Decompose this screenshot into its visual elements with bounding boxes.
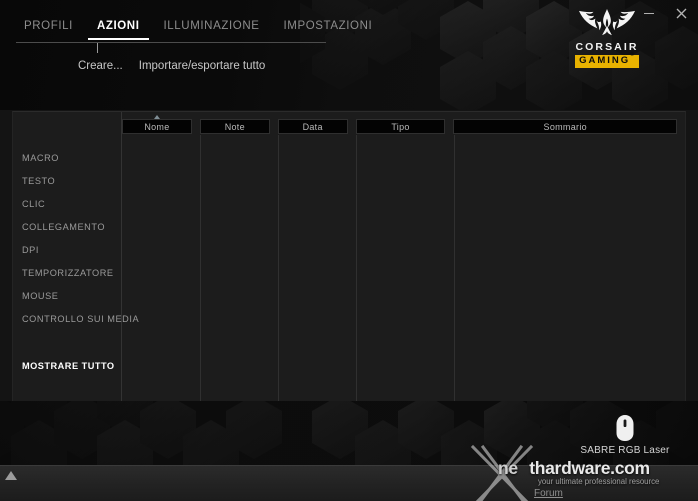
tab-azioni[interactable]: AZIONI xyxy=(85,20,152,40)
tab-profili[interactable]: PROFILI xyxy=(12,20,85,40)
sidebar-item-collegamento[interactable]: COLLEGAMENTO xyxy=(13,215,122,238)
sidebar-item-mouse[interactable]: MOUSE xyxy=(13,284,122,307)
column-header-note[interactable]: Note xyxy=(199,119,270,134)
tab-illuminazione[interactable]: ILLUMINAZIONE xyxy=(152,20,272,40)
table-header-row: Nome Note Data Tipo Sommario xyxy=(122,112,685,135)
logo-gaming-badge: GAMING® xyxy=(575,51,639,68)
status-bar xyxy=(0,465,698,501)
sort-ascending-icon xyxy=(153,115,160,119)
window-controls xyxy=(640,4,690,22)
tab-underline-rule xyxy=(16,42,326,43)
sidebar-item-controllo-media[interactable]: CONTROLLO SUI MEDIA xyxy=(13,307,139,330)
subnav-importare-esportare[interactable]: Importare/esportare tutto xyxy=(139,60,266,72)
close-icon xyxy=(676,8,686,18)
tab-impostazioni[interactable]: IMPOSTAZIONI xyxy=(272,20,385,40)
column-header-nome-label: Nome xyxy=(144,121,170,132)
minimize-icon xyxy=(644,12,654,14)
actions-category-sidebar: MACRO TESTO CLIC COLLEGAMENTO DPI TEMPOR… xyxy=(13,112,139,402)
sidebar-item-temporizzatore[interactable]: TEMPORIZZATORE xyxy=(13,261,122,284)
logo-gaming-text: GAMING xyxy=(579,54,631,66)
column-header-data-label: Data xyxy=(302,121,323,132)
table-body[interactable] xyxy=(122,135,685,401)
logo-registered-mark: ® xyxy=(630,51,636,58)
sidebar-item-macro[interactable]: MACRO xyxy=(13,146,122,169)
column-header-tipo-label: Tipo xyxy=(391,121,410,132)
sidebar-item-testo[interactable]: TESTO xyxy=(13,169,122,192)
mouse-icon xyxy=(616,415,634,441)
sidebar-item-dpi[interactable]: DPI xyxy=(13,238,122,261)
subnav-creare[interactable]: Creare... xyxy=(78,60,123,72)
window-header: CORSAIR GAMING® PROFILI AZIONI ILLUMINAZ… xyxy=(0,0,698,110)
active-tab-tick xyxy=(97,43,98,53)
sidebar-item-show-all[interactable]: MOSTRARE TUTTO xyxy=(13,361,122,371)
device-name-label: SABRE RGB Laser xyxy=(580,445,670,456)
device-selector-sabre-rgb-laser[interactable]: SABRE RGB Laser xyxy=(565,414,685,456)
column-header-sommario-label: Sommario xyxy=(543,121,587,132)
actions-table: Nome Note Data Tipo Sommario xyxy=(122,112,685,401)
sidebar-item-clic[interactable]: CLIC xyxy=(13,192,122,215)
actions-panel: MACRO TESTO CLIC COLLEGAMENTO DPI TEMPOR… xyxy=(12,111,686,402)
column-header-data[interactable]: Data xyxy=(277,119,348,134)
device-bar: SABRE RGB Laser xyxy=(0,401,698,465)
category-list: MACRO TESTO CLIC COLLEGAMENTO DPI TEMPOR… xyxy=(13,146,139,330)
column-header-tipo[interactable]: Tipo xyxy=(355,119,446,134)
column-header-sommario[interactable]: Sommario xyxy=(453,119,678,134)
corsair-sails-icon xyxy=(578,8,636,36)
corsair-gaming-logo: CORSAIR GAMING® xyxy=(564,6,650,68)
minimize-button[interactable] xyxy=(640,4,658,22)
corsair-utility-engine-window: CORSAIR GAMING® PROFILI AZIONI ILLUMINAZ… xyxy=(0,0,698,501)
logo-corsair-text: CORSAIR xyxy=(575,41,639,53)
triangle-up-icon[interactable] xyxy=(5,471,17,480)
column-header-nome[interactable]: Nome xyxy=(122,115,192,134)
sub-nav: Creare... Importare/esportare tutto xyxy=(78,60,265,72)
main-tabs: PROFILI AZIONI ILLUMINAZIONE IMPOSTAZION… xyxy=(12,20,384,40)
column-header-note-label: Note xyxy=(224,121,245,132)
close-button[interactable] xyxy=(672,4,690,22)
